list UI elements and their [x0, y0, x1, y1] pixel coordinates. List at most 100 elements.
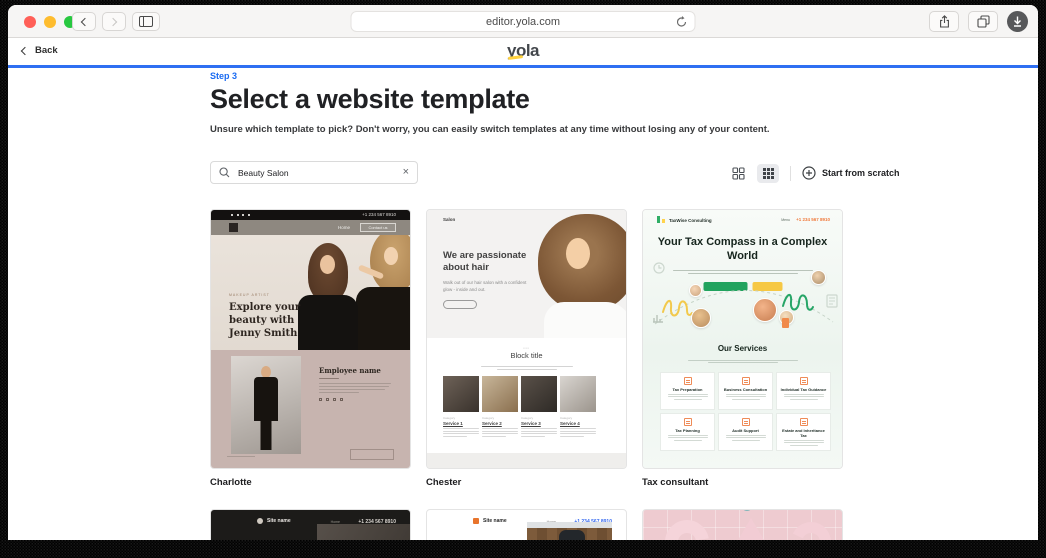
browser-forward-button[interactable]: [102, 12, 126, 31]
service-photos: [443, 376, 596, 412]
plus-circle-icon: [802, 166, 816, 180]
step-label: Step 3: [210, 71, 238, 81]
preview-nav: Home: [337, 225, 350, 230]
preview-logo: TaxWise Consulting: [657, 216, 712, 223]
sidebar-icon: [139, 16, 153, 27]
preview-hero-photo: [527, 522, 612, 540]
service-card: Business Consultation: [718, 372, 773, 410]
preview-logo-text: TaxWise Consulting: [669, 217, 712, 223]
preview-footer: [427, 453, 626, 468]
services-title: Our Services: [717, 344, 768, 353]
employee-photo: [231, 356, 301, 454]
template-grid-row-2: Site name Home +1 234 567 8910 Site name…: [210, 509, 843, 540]
search-input[interactable]: [236, 166, 403, 179]
browser-window: editor.yola.com Back yola Step 3 Select …: [8, 5, 1038, 540]
back-label: Back: [35, 45, 58, 56]
grid-small-view-toggle[interactable]: [757, 163, 779, 183]
service-name: Service 4: [560, 421, 580, 426]
doc-glyph-decoration: [826, 294, 838, 308]
service-icon: [799, 377, 808, 385]
back-chevron-icon: [80, 17, 90, 26]
address-bar[interactable]: editor.yola.com: [350, 11, 696, 34]
tabs-overview-button[interactable]: [968, 11, 998, 32]
preview-cta-button: [443, 300, 477, 309]
refresh-icon[interactable]: [676, 15, 688, 34]
nav-buttons: [72, 12, 126, 31]
template-card-light-site[interactable]: Site name Home +1 234 567 8910: [426, 509, 627, 540]
downloads-button[interactable]: [1007, 11, 1028, 32]
search-icon: [219, 167, 230, 178]
service-card: Tax Preparation: [660, 372, 715, 410]
preview-footer-text: [227, 455, 255, 457]
preview-logo: [229, 223, 238, 232]
preview-logo: Salon: [443, 217, 456, 222]
services-grid: Tax Preparation Business Consultation In…: [660, 372, 831, 451]
service-icon: [741, 377, 750, 385]
template-grid: +1 234 567 8910 Home Contact us MAKEUP A…: [210, 209, 843, 488]
template-name: Chester: [426, 477, 462, 488]
template-search[interactable]: ×: [210, 161, 418, 184]
tabs-icon: [976, 15, 990, 28]
minimize-window-button[interactable]: [44, 16, 56, 28]
preview-heading: Your Tax Compass in a Complex World: [657, 236, 828, 262]
service-category: Category: [521, 416, 534, 420]
start-from-scratch-label: Start from scratch: [822, 168, 900, 178]
close-window-button[interactable]: [24, 16, 36, 28]
employee-name-heading: Employee name: [319, 366, 381, 375]
desktop-background: editor.yola.com Back yola Step 3 Select …: [0, 0, 1046, 558]
app-header: Back yola: [8, 39, 1038, 65]
template-card-chester[interactable]: Salon Home +1 234 567 8910 We are passio…: [426, 209, 627, 469]
preview-heading: Explore your beauty with Jenny Smith: [229, 302, 301, 339]
template-card-tax-consultant[interactable]: TaxWise Consulting Menu +1 234 567 8910 …: [642, 209, 843, 469]
preview-heading: We are passionate about hair: [443, 250, 527, 274]
share-button[interactable]: [929, 11, 959, 32]
template-card-charlotte[interactable]: +1 234 567 8910 Home Contact us MAKEUP A…: [210, 209, 411, 469]
template-card-dark-site[interactable]: Site name Home +1 234 567 8910: [210, 509, 411, 540]
template-card-pink-3d[interactable]: [642, 509, 843, 540]
preview-category-caption: ▪▪▪: [523, 346, 530, 350]
preview-nav: Menu: [781, 218, 790, 222]
grid-3x3-icon: [762, 167, 774, 179]
service-icon: [683, 377, 692, 385]
traffic-lights: [24, 16, 76, 28]
page-title: Select a website template: [210, 84, 530, 114]
view-controls: Start from scratch: [727, 163, 900, 183]
preview-logo: Site name: [473, 518, 507, 524]
service-card: Estate and Inheritance Tax: [776, 413, 831, 451]
service-name: Service 2: [482, 421, 502, 426]
sidebar-toggle-button[interactable]: [132, 12, 160, 31]
start-from-scratch-button[interactable]: Start from scratch: [802, 166, 900, 180]
back-button[interactable]: Back: [20, 45, 58, 56]
service-category: Category: [443, 416, 456, 420]
grid-large-view-toggle[interactable]: [727, 164, 749, 183]
service-card: Tax Planning: [660, 413, 715, 451]
service-name: Service 1: [443, 421, 463, 426]
preview-topbar: +1 234 567 8910: [211, 210, 410, 220]
service-category: Category: [560, 416, 573, 420]
avatar: [811, 270, 826, 285]
preview-phone: +1 234 567 8910: [796, 217, 830, 222]
service-icon: [741, 418, 750, 426]
browser-toolbar: editor.yola.com: [8, 5, 1038, 38]
pink-3d-torus-shape: [656, 511, 718, 540]
url-text: editor.yola.com: [486, 15, 560, 28]
preview-header: Home Contact us: [211, 220, 410, 235]
preview-logo: Site name: [257, 518, 291, 524]
template-column-charlotte: +1 234 567 8910 Home Contact us MAKEUP A…: [210, 209, 411, 488]
social-icons: [231, 214, 250, 216]
pink-3d-pyramid-shape: [731, 518, 771, 540]
preview-tagline: MAKEUP ARTIST: [229, 293, 270, 297]
share-icon: [939, 15, 949, 28]
teal-accent-shape: [743, 510, 751, 511]
browser-back-button[interactable]: [72, 12, 96, 31]
preview-services-section: Our Services Tax Preparation Business Co…: [643, 338, 842, 468]
avatar: [753, 298, 777, 322]
preview-hero: MAKEUP ARTIST Explore your beauty with J…: [211, 235, 410, 350]
clear-search-icon[interactable]: ×: [403, 167, 409, 178]
clock-glyph-decoration: [653, 262, 665, 274]
template-name: Charlotte: [210, 477, 252, 488]
site-logo-icon: [473, 518, 479, 524]
preview-phone: +1 234 567 8910: [362, 212, 396, 217]
avatar: [691, 308, 711, 328]
yellow-squiggle-decoration: [662, 300, 693, 317]
